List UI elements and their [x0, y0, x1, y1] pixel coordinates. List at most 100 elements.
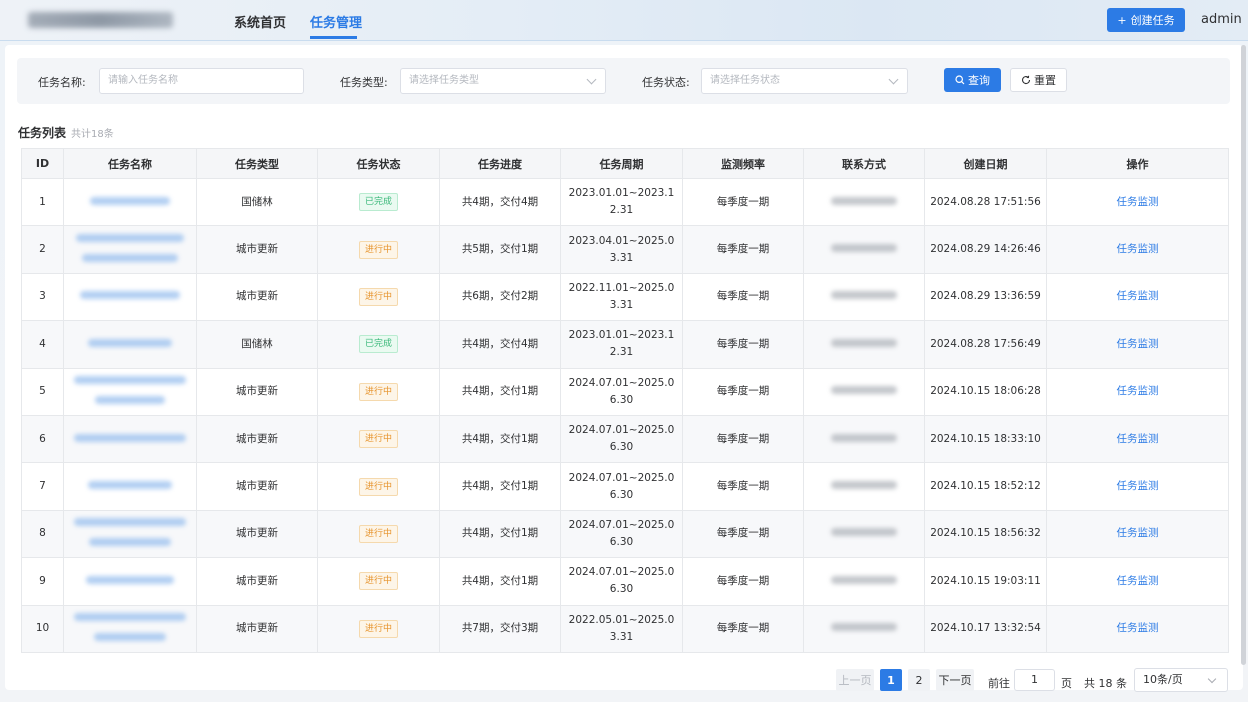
- cell-progress: 共7期，交付3期: [439, 604, 561, 653]
- cell-task-status: 进行中: [317, 509, 440, 559]
- cell-task-name[interactable]: [63, 557, 197, 606]
- cell-progress: 共4期，交付1期: [439, 462, 561, 511]
- status-badge: 进行中: [358, 430, 398, 449]
- next-page-button[interactable]: 下一页: [936, 669, 974, 691]
- cell-period: 2023.04.01~2025.03.31: [560, 225, 683, 274]
- cell-contact: [803, 177, 925, 227]
- query-button[interactable]: 查询: [944, 68, 1001, 92]
- task-monitor-link[interactable]: 任务监测: [1117, 385, 1159, 397]
- task-monitor-link[interactable]: 任务监测: [1117, 196, 1159, 208]
- cell-task-name[interactable]: [63, 320, 197, 369]
- task-monitor-link[interactable]: 任务监测: [1117, 290, 1159, 302]
- task-type-select[interactable]: 请选择任务类型: [400, 68, 606, 94]
- task-name-link-blurred[interactable]: [74, 433, 186, 442]
- task-name-link-blurred[interactable]: [94, 633, 166, 642]
- task-name-link-blurred[interactable]: [76, 234, 184, 243]
- cell-progress: 共4期，交付1期: [439, 414, 561, 464]
- cell-created: 2024.08.29 14:26:46: [924, 225, 1047, 274]
- cell-contact: [803, 462, 925, 511]
- create-task-button[interactable]: + 创建任务: [1107, 8, 1185, 32]
- cell-action: 任务监测: [1046, 225, 1229, 274]
- reset-label: 重置: [1034, 74, 1056, 87]
- task-status-label: 任务状态:: [642, 76, 690, 89]
- cell-task-name[interactable]: [63, 367, 197, 416]
- cell-progress: 共4期，交付1期: [439, 367, 561, 416]
- contact-blurred: [831, 338, 897, 347]
- cell-id: 9: [21, 557, 64, 606]
- task-monitor-link[interactable]: 任务监测: [1117, 622, 1159, 634]
- goto-label: 前往: [988, 677, 1010, 690]
- cell-task-name[interactable]: [63, 462, 197, 511]
- table-row: 4 国储林 已完成 共4期，交付4期 2023.01.01~2023.12.31 每季度一…: [21, 320, 1229, 369]
- cell-period: 2022.11.01~2025.03.31: [560, 272, 683, 322]
- task-name-link-blurred[interactable]: [86, 575, 174, 584]
- col-header: 监测频率: [682, 148, 804, 179]
- cell-contact: [803, 225, 925, 274]
- task-monitor-link[interactable]: 任务监测: [1117, 575, 1159, 587]
- cell-task-name[interactable]: [63, 177, 197, 227]
- task-monitor-link[interactable]: 任务监测: [1117, 338, 1159, 350]
- nav-task-management[interactable]: 任务管理: [310, 12, 362, 31]
- cell-action: 任务监测: [1046, 272, 1229, 322]
- task-monitor-link[interactable]: 任务监测: [1117, 527, 1159, 539]
- task-name-link-blurred[interactable]: [74, 613, 186, 622]
- status-badge: 进行中: [358, 524, 398, 543]
- cell-task-type: 城市更新: [196, 462, 318, 511]
- query-label: 查询: [968, 74, 990, 87]
- cell-task-type: 城市更新: [196, 225, 318, 274]
- task-name-link-blurred[interactable]: [80, 291, 180, 300]
- task-name-input[interactable]: 请输入任务名称: [99, 68, 304, 94]
- cell-period: 2023.01.01~2023.12.31: [560, 320, 683, 369]
- task-name-link-blurred[interactable]: [90, 196, 170, 205]
- task-name-link-blurred[interactable]: [74, 518, 186, 527]
- cell-task-status: 进行中: [317, 272, 440, 322]
- task-monitor-link[interactable]: 任务监测: [1117, 433, 1159, 445]
- contact-blurred: [831, 291, 897, 300]
- status-badge: 进行中: [358, 477, 398, 496]
- refresh-icon: [1022, 75, 1031, 85]
- goto-page-input[interactable]: 1: [1014, 669, 1055, 691]
- prev-page-button[interactable]: 上一页: [836, 669, 874, 691]
- cell-created: 2024.10.15 18:33:10: [924, 414, 1047, 464]
- task-monitor-link[interactable]: 任务监测: [1117, 243, 1159, 255]
- cell-frequency: 每季度一期: [682, 414, 804, 464]
- cell-task-name[interactable]: [63, 225, 197, 274]
- cell-frequency: 每季度一期: [682, 557, 804, 606]
- cell-task-name[interactable]: [63, 604, 197, 653]
- cell-frequency: 每季度一期: [682, 272, 804, 322]
- status-badge: 进行中: [358, 287, 398, 306]
- cell-period: 2024.07.01~2025.06.30: [560, 462, 683, 511]
- task-status-select[interactable]: 请选择任务状态: [701, 68, 908, 94]
- cell-task-name[interactable]: [63, 414, 197, 464]
- nav-home[interactable]: 系统首页: [234, 12, 286, 31]
- task-name-link-blurred[interactable]: [88, 481, 172, 490]
- cell-task-name[interactable]: [63, 272, 197, 322]
- task-name-link-blurred[interactable]: [82, 254, 178, 263]
- page-button-2[interactable]: 2: [908, 669, 930, 691]
- reset-button[interactable]: 重置: [1010, 68, 1067, 92]
- user-name[interactable]: admin: [1201, 12, 1242, 27]
- task-name-link-blurred[interactable]: [89, 538, 171, 547]
- col-header: 任务周期: [560, 148, 683, 179]
- page-button-1[interactable]: 1: [880, 669, 902, 691]
- task-table: ID 任务名称 任务类型 任务状态 任务进度 任务周期 监测频率 联系方式 创建…: [21, 148, 1229, 653]
- task-monitor-link[interactable]: 任务监测: [1117, 480, 1159, 492]
- task-name-link-blurred[interactable]: [74, 376, 186, 385]
- chevron-down-icon: [586, 74, 597, 85]
- task-name-link-blurred[interactable]: [95, 396, 165, 405]
- cell-task-name[interactable]: [63, 509, 197, 559]
- task-name-link-blurred[interactable]: [88, 338, 172, 347]
- cell-action: 任务监测: [1046, 462, 1229, 511]
- cell-frequency: 每季度一期: [682, 604, 804, 653]
- cell-task-status: 进行中: [317, 367, 440, 416]
- cell-frequency: 每季度一期: [682, 367, 804, 416]
- contact-blurred: [831, 575, 897, 584]
- scrollbar[interactable]: [1241, 45, 1246, 665]
- cell-created: 2024.08.28 17:51:56: [924, 177, 1047, 227]
- cell-task-status: 进行中: [317, 414, 440, 464]
- cell-task-status: 已完成: [317, 177, 440, 227]
- col-header: 任务状态: [317, 148, 440, 179]
- cell-progress: 共6期，交付2期: [439, 272, 561, 322]
- page-size-select[interactable]: 10条/页: [1134, 668, 1228, 692]
- cell-task-type: 城市更新: [196, 604, 318, 653]
